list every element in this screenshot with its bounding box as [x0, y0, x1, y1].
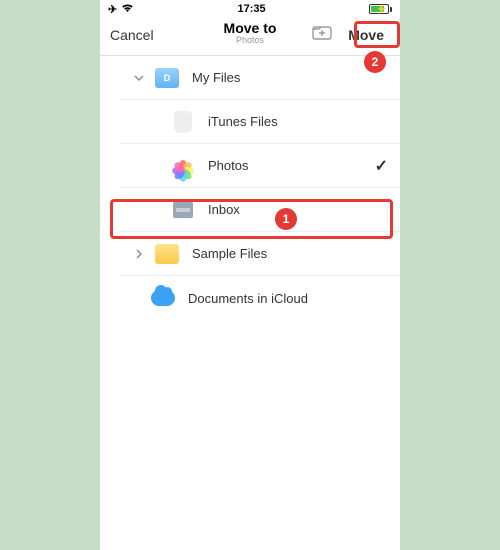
header-title: Move to	[224, 20, 277, 36]
wifi-icon	[121, 3, 134, 16]
cloud-icon	[151, 290, 175, 306]
list-item-label: Documents in iCloud	[188, 291, 388, 306]
photos-icon	[172, 155, 194, 177]
status-bar: ✈︎ 17:35 ⚡	[100, 0, 400, 18]
list-item-itunes[interactable]: iTunes Files	[120, 100, 400, 144]
new-folder-icon[interactable]	[312, 24, 332, 45]
airplane-icon: ✈︎	[108, 3, 117, 16]
list-item-label: Inbox	[208, 202, 388, 217]
itunes-icon	[174, 111, 192, 133]
cancel-button[interactable]: Cancel	[110, 27, 154, 43]
move-button[interactable]: Move	[342, 24, 390, 46]
header-subtitle: Photos	[224, 35, 277, 45]
status-time: 17:35	[238, 3, 266, 15]
chevron-right-icon[interactable]	[130, 249, 148, 259]
list-item-icloud[interactable]: Documents in iCloud	[100, 276, 400, 320]
list-item-label: Sample Files	[192, 246, 388, 261]
battery-icon: ⚡	[369, 4, 392, 14]
list-item-label: Photos	[208, 158, 375, 173]
chevron-down-icon[interactable]	[130, 73, 148, 83]
list-item-label: My Files	[192, 70, 388, 85]
list-item-label: iTunes Files	[208, 114, 388, 129]
list-item-inbox[interactable]: Inbox	[120, 188, 400, 232]
inbox-icon	[173, 202, 193, 218]
list-item-photos[interactable]: Photos ✓	[120, 144, 400, 188]
list-item-myfiles[interactable]: My Files	[120, 56, 400, 100]
header: Cancel Move to Photos Move	[100, 18, 400, 56]
folder-list: My Files iTunes Files Photos ✓	[100, 56, 400, 320]
checkmark-icon: ✓	[375, 156, 388, 176]
folder-icon	[155, 244, 179, 264]
list-item-sample[interactable]: Sample Files	[120, 232, 400, 276]
folder-icon	[155, 68, 179, 88]
